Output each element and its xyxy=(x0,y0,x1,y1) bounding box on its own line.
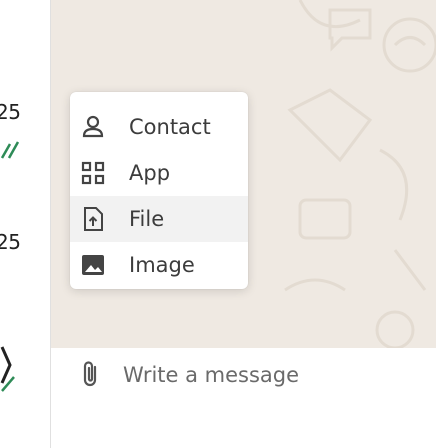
person-icon xyxy=(80,114,106,140)
chat-time: 25 xyxy=(0,230,21,254)
chat-list-panel: 25 25 xyxy=(0,0,50,448)
apps-grid-icon xyxy=(80,160,106,186)
menu-item-label: File xyxy=(129,207,165,231)
file-upload-icon xyxy=(80,206,106,232)
message-input[interactable] xyxy=(117,358,429,392)
paperclip-icon[interactable] xyxy=(77,359,103,391)
menu-item-label: App xyxy=(129,161,171,185)
chat-preview-arrow-icon xyxy=(0,345,20,395)
menu-item-label: Image xyxy=(129,253,195,277)
menu-item-file[interactable]: File xyxy=(70,196,248,242)
menu-item-label: Contact xyxy=(129,115,211,139)
image-icon xyxy=(80,252,106,278)
menu-item-app[interactable]: App xyxy=(70,150,248,196)
menu-item-image[interactable]: Image xyxy=(70,242,248,288)
attach-menu: Contact App File Image xyxy=(70,92,248,289)
read-check-icon xyxy=(0,140,22,160)
menu-item-contact[interactable]: Contact xyxy=(70,104,248,150)
message-composer xyxy=(51,348,436,448)
chat-time: 25 xyxy=(0,100,21,124)
